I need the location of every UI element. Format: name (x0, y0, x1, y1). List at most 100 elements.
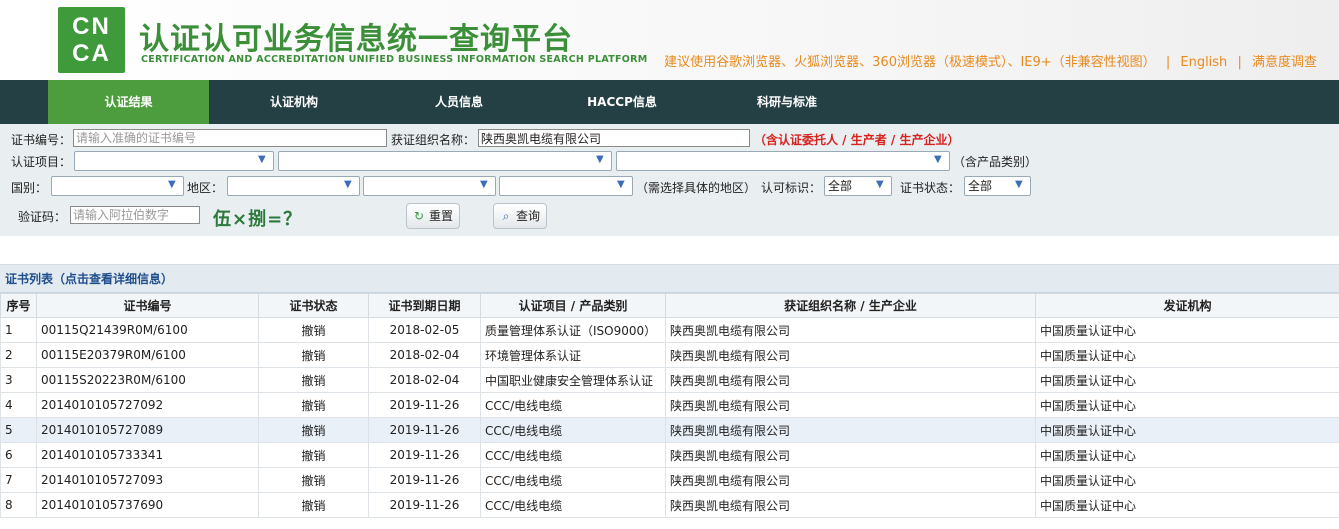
separator: | (1237, 55, 1242, 70)
table-row[interactable]: 8 2014010105737690 撤销 2019-11-26 CCC/电线电缆 陕西奥… (0, 492, 1339, 518)
table-row[interactable]: 4 2014010105727092 撤销 2019-11-26 CCC/电线电缆 陕西奥… (0, 392, 1339, 418)
search-button[interactable]: ⌕ 查询 (493, 203, 547, 229)
row-status: 撤销 (258, 392, 369, 418)
row-status: 撤销 (258, 367, 369, 393)
row-issuer: 中国质量认证中心 (1035, 392, 1339, 418)
row-issuer: 中国质量认证中心 (1035, 367, 1339, 393)
row-project: 环境管理体系认证 (480, 342, 666, 368)
row-org: 陕西奥凯电缆有限公司 (665, 467, 1036, 493)
chevron-down-icon: ▼ (480, 179, 488, 190)
row-cert-no: 2014010105727089 (36, 417, 259, 443)
row-issuer: 中国质量认证中心 (1035, 342, 1339, 368)
tab-haccp[interactable]: HACCP信息 (539, 80, 705, 124)
survey-link[interactable]: 满意度调查 (1252, 55, 1317, 70)
row-expiry: 2019-11-26 (368, 442, 481, 468)
list-title: 证书列表（点击查看详细信息） (0, 265, 1339, 293)
row-project: 中国职业健康安全管理体系认证 (480, 367, 666, 393)
captcha-label: 验证码： (18, 210, 67, 224)
region-label: 地区： (187, 181, 224, 195)
row-status: 撤销 (258, 442, 369, 468)
org-label: 获证组织名称： (391, 133, 476, 147)
row-cert-no: 2014010105727093 (36, 467, 259, 493)
row-index: 7 (0, 467, 37, 493)
reset-button[interactable]: ↻ 重置 (406, 203, 460, 229)
search-icon: ⌕ (502, 209, 510, 223)
table-row[interactable]: 6 2014010105733341 撤销 2019-11-26 CCC/电线电缆 陕西奥… (0, 442, 1339, 468)
tab-cert-results[interactable]: 认证结果 (48, 80, 209, 124)
spacer (0, 236, 1339, 265)
row-project: CCC/电线电缆 (480, 417, 666, 443)
table-row[interactable]: 5 2014010105727089 撤销 2019-11-26 CCC/电线电缆 陕西奥… (0, 417, 1339, 443)
col-index: 序号 (0, 293, 37, 318)
table-row[interactable]: 3 00115S20223R0M/6100 撤销 2018-02-04 中国职业健康安全… (0, 367, 1339, 393)
row-issuer: 中国质量认证中心 (1035, 417, 1339, 443)
product-note: （含产品类别） (953, 155, 1038, 169)
chevron-down-icon: ▼ (617, 179, 625, 190)
cert-no-label: 证书编号： (11, 133, 72, 147)
accred-label: 认可标识： (761, 181, 822, 195)
logo-text-top: CN (72, 13, 111, 40)
captcha-image[interactable]: 伍×捌=？ (213, 205, 302, 231)
region-note: （需选择具体的地区） (636, 181, 757, 195)
main-nav: 认证结果 认证机构 人员信息 HACCP信息 科研与标准 (0, 80, 1339, 124)
accred-select[interactable]: 全部 ▼ (824, 176, 892, 196)
row-project: CCC/电线电缆 (480, 492, 666, 518)
org-name-input[interactable] (478, 129, 750, 147)
region-select-2[interactable]: ▼ (363, 176, 496, 196)
region-select-3[interactable]: ▼ (499, 176, 633, 196)
project-select-2[interactable]: ▼ (278, 151, 612, 171)
row-index: 5 (0, 417, 37, 443)
english-link[interactable]: English (1180, 55, 1227, 70)
row-issuer: 中国质量认证中心 (1035, 467, 1339, 493)
country-select[interactable]: ▼ (51, 176, 184, 196)
table-row[interactable]: 2 00115E20379R0M/6100 撤销 2018-02-04 环境管理体系认证… (0, 342, 1339, 368)
tab-research-standards[interactable]: 科研与标准 (705, 80, 869, 124)
row-index: 3 (0, 367, 37, 393)
row-project: CCC/电线电缆 (480, 467, 666, 493)
row-project: CCC/电线电缆 (480, 392, 666, 418)
table-header-row: 序号 证书编号 证书状态 证书到期日期 认证项目 / 产品类别 获证组织名称 /… (0, 293, 1339, 318)
captcha-input[interactable] (70, 206, 200, 224)
region-select-1[interactable]: ▼ (227, 176, 360, 196)
row-status: 撤销 (258, 317, 369, 343)
chevron-down-icon: ▼ (1015, 179, 1023, 190)
product-category-select[interactable]: ▼ (616, 151, 950, 171)
row-index: 1 (0, 317, 37, 343)
chevron-down-icon: ▼ (934, 154, 942, 165)
cert-table: 序号 证书编号 证书状态 证书到期日期 认证项目 / 产品类别 获证组织名称 /… (0, 293, 1339, 518)
row-issuer: 中国质量认证中心 (1035, 492, 1339, 518)
row-org: 陕西奥凯电缆有限公司 (665, 342, 1036, 368)
row-status: 撤销 (258, 342, 369, 368)
row-status: 撤销 (258, 492, 369, 518)
project-select-1[interactable]: ▼ (74, 151, 274, 171)
tab-cert-bodies[interactable]: 认证机构 (209, 80, 379, 124)
row-cert-no: 00115Q21439R0M/6100 (36, 317, 259, 343)
top-links: 建议使用谷歌浏览器、火狐浏览器、360浏览器（极速模式）、IE9+（非兼容性视图… (664, 51, 1317, 70)
row-status: 撤销 (258, 467, 369, 493)
row-project: 质量管理体系认证（ISO9000） (480, 317, 666, 343)
accred-value: 全部 (828, 179, 853, 193)
browser-note: 建议使用谷歌浏览器、火狐浏览器、360浏览器（极速模式）、IE9+（非兼容性视图… (664, 55, 1156, 70)
chevron-down-icon: ▼ (258, 154, 266, 165)
header: CN CA 认证认可业务信息统一查询平台 CERTIFICATION AND A… (0, 0, 1339, 80)
country-label: 国别： (11, 181, 48, 195)
table-row[interactable]: 1 00115Q21439R0M/6100 撤销 2018-02-05 质量管理体系认证… (0, 317, 1339, 343)
row-org: 陕西奥凯电缆有限公司 (665, 317, 1036, 343)
status-select[interactable]: 全部 ▼ (964, 176, 1031, 196)
chevron-down-icon: ▼ (168, 179, 176, 190)
col-org: 获证组织名称 / 生产企业 (665, 293, 1036, 318)
chevron-down-icon: ▼ (596, 154, 604, 165)
separator: | (1165, 55, 1171, 70)
project-label: 认证项目： (11, 155, 72, 169)
table-row[interactable]: 7 2014010105727093 撤销 2019-11-26 CCC/电线电缆 陕西奥… (0, 467, 1339, 493)
tab-personnel[interactable]: 人员信息 (379, 80, 539, 124)
cert-no-input[interactable] (73, 129, 387, 147)
row-index: 6 (0, 442, 37, 468)
row-expiry: 2018-02-05 (368, 317, 481, 343)
row-org: 陕西奥凯电缆有限公司 (665, 442, 1036, 468)
row-cert-no: 2014010105737690 (36, 492, 259, 518)
search-form: 证书编号： 获证组织名称： （含认证委托人 / 生产者 / 生产企业） 认证项目… (0, 124, 1339, 236)
refresh-icon: ↻ (413, 209, 425, 223)
row-expiry: 2019-11-26 (368, 492, 481, 518)
cnca-logo: CN CA (58, 7, 125, 73)
